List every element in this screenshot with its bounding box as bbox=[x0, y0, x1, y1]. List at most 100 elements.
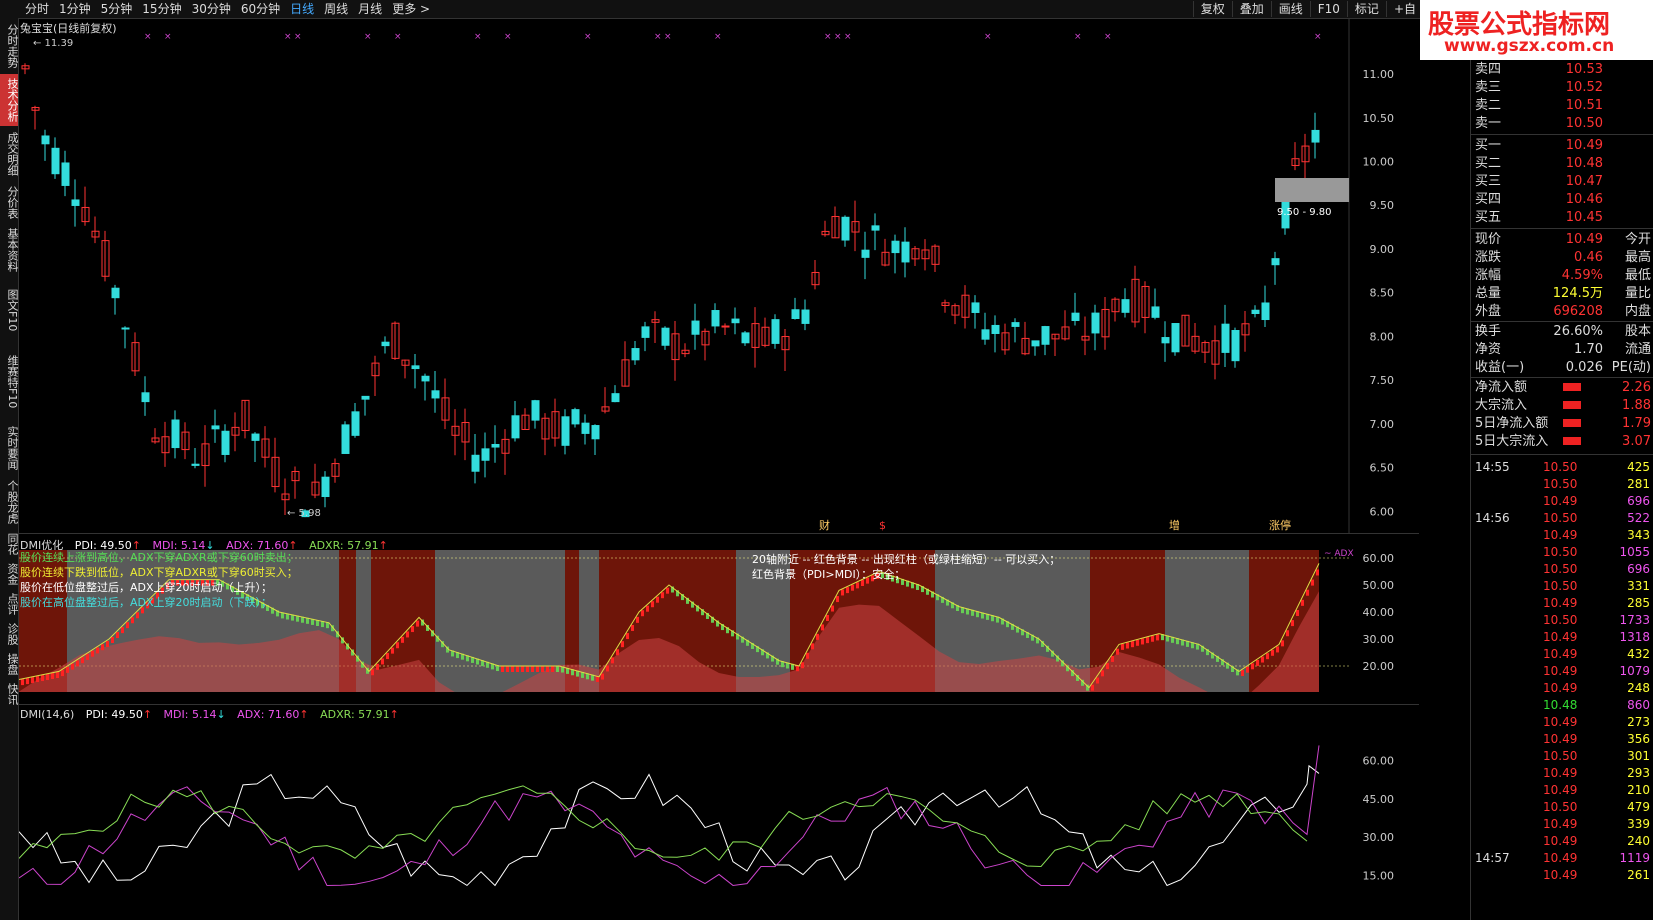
candle-body bbox=[251, 433, 260, 441]
candlestick bbox=[661, 326, 670, 350]
dmi-line-chart[interactable]: 60.00 45.00 30.00 15.00 bbox=[19, 720, 1419, 892]
candle-body bbox=[431, 390, 440, 399]
bid-row: 买三 10.47 bbox=[1475, 172, 1651, 191]
ticks-divider bbox=[1471, 454, 1653, 455]
left-tab[interactable]: 个股龙虎 bbox=[0, 476, 19, 528]
candle-body bbox=[511, 415, 520, 439]
candle-body bbox=[321, 476, 330, 498]
event-marker[interactable]: 财 bbox=[819, 518, 830, 532]
dmi-bar bbox=[1126, 642, 1129, 649]
left-tab[interactable]: 快讯 bbox=[0, 680, 19, 708]
candlestick bbox=[741, 330, 750, 346]
tick-volume: 1079 bbox=[1619, 664, 1650, 678]
stat-label: 净资 bbox=[1475, 342, 1502, 357]
tool-button[interactable]: 标记 bbox=[1346, 1, 1386, 17]
left-tab[interactable]: 诊股 bbox=[0, 620, 19, 648]
adx-tag: ~ ADX bbox=[1324, 549, 1354, 559]
tick-row: 14:55 10.50 425 bbox=[1471, 458, 1653, 476]
left-tab[interactable]: 成交明细 bbox=[0, 128, 19, 180]
left-tab[interactable]: 点评 bbox=[0, 590, 19, 618]
period-tab[interactable]: 月线 bbox=[353, 1, 387, 17]
event-marker[interactable]: $ bbox=[879, 519, 886, 532]
left-tab[interactable]: 技术分析 bbox=[0, 74, 19, 126]
period-tab[interactable]: 日线 bbox=[285, 1, 319, 17]
dmi-bar bbox=[851, 584, 854, 591]
dmi-opt-legend: 股价连续上涨到高位，ADX下穿ADXR或下穿60时卖出； 股价连续下跌到低位，A… bbox=[20, 550, 298, 610]
tool-button[interactable]: 复权 bbox=[1192, 1, 1232, 17]
period-tab[interactable]: 周线 bbox=[319, 1, 353, 17]
period-tab[interactable]: 5分钟 bbox=[96, 1, 138, 17]
candle-body bbox=[51, 147, 60, 175]
candlestick bbox=[151, 428, 160, 444]
left-tab[interactable]: 维赛特F10 bbox=[0, 344, 19, 420]
dmi-bar bbox=[856, 582, 859, 589]
tick-row: 10.49 356 bbox=[1471, 730, 1653, 748]
dmi-bar bbox=[1286, 630, 1289, 637]
dmi-bar bbox=[521, 666, 524, 672]
tick-volume: 261 bbox=[1627, 868, 1650, 882]
tool-button[interactable]: 叠加 bbox=[1231, 1, 1271, 17]
candle-body bbox=[1041, 326, 1050, 345]
ask-price: 10.51 bbox=[1565, 98, 1603, 113]
left-tab[interactable]: 基本资料 bbox=[0, 224, 19, 276]
left-tab[interactable]: 图文F10 bbox=[0, 278, 19, 342]
legend-line: 股价连续上涨到高位，ADX下穿ADXR或下穿60时卖出； bbox=[20, 551, 298, 564]
tool-button[interactable]: F10 bbox=[1309, 1, 1347, 17]
left-tab[interactable]: 分时走势 bbox=[0, 20, 19, 72]
stat-label: 收益(一) bbox=[1475, 360, 1525, 375]
period-tab[interactable]: 60分钟 bbox=[236, 1, 285, 17]
period-tab[interactable]: 分时 bbox=[20, 1, 54, 17]
low-price-label: ← 5.98 bbox=[287, 508, 321, 519]
signal-marker: × bbox=[584, 32, 592, 42]
left-tab[interactable]: 实时要闻 bbox=[0, 422, 19, 474]
stat-right-label: 股本 bbox=[1624, 324, 1651, 339]
y-tick-label: 45.00 bbox=[1363, 793, 1395, 806]
left-tab[interactable]: 资金 bbox=[0, 560, 19, 588]
candle-body bbox=[561, 416, 570, 446]
candlestick bbox=[341, 421, 350, 454]
high-price-label: ← 11.39 bbox=[33, 38, 73, 49]
left-tab[interactable]: 操盘 bbox=[0, 650, 19, 678]
candlestick bbox=[551, 398, 560, 447]
ask-label: 卖一 bbox=[1475, 116, 1502, 131]
candlestick bbox=[761, 317, 770, 348]
left-tab[interactable]: 分价表 bbox=[0, 182, 19, 222]
period-tab[interactable]: 30分钟 bbox=[187, 1, 236, 17]
candlestick-chart[interactable]: 11.00 10.50 10.00 9.50 9.00 8.50 8.00 7.50 7.00 6… bbox=[19, 18, 1419, 538]
event-marker[interactable]: 涨停 bbox=[1269, 518, 1291, 532]
dmi-bar bbox=[1261, 656, 1264, 663]
adx-line bbox=[19, 785, 1308, 867]
candle-body bbox=[1151, 306, 1160, 318]
candlestick bbox=[671, 320, 680, 381]
y-tick-label: 9.50 bbox=[1370, 199, 1395, 212]
candle-body bbox=[121, 327, 130, 330]
candlestick bbox=[21, 63, 30, 75]
left-tab[interactable]: 同花 bbox=[0, 530, 19, 558]
candlestick bbox=[1041, 325, 1050, 356]
candlestick bbox=[501, 429, 510, 475]
y-tick-label: 9.00 bbox=[1370, 243, 1395, 256]
y-tick-label: 30.00 bbox=[1363, 633, 1395, 646]
period-tab[interactable]: 15分钟 bbox=[137, 1, 186, 17]
tick-row: 10.49 1318 bbox=[1471, 628, 1653, 646]
event-marker[interactable]: 增 bbox=[1169, 518, 1180, 532]
dmi-bar bbox=[1116, 648, 1119, 655]
legend-line: 股价连续下跌到低位，ADX下穿ADXR或下穿60时买入； bbox=[20, 566, 298, 579]
flow-bar bbox=[1563, 419, 1581, 427]
tick-price: 10.50 bbox=[1543, 613, 1578, 627]
candlestick bbox=[371, 355, 380, 397]
tool-button[interactable]: 画线 bbox=[1270, 1, 1310, 17]
dmi-bar bbox=[1131, 641, 1134, 648]
period-tab[interactable]: 1分钟 bbox=[54, 1, 96, 17]
candlestick bbox=[791, 297, 800, 320]
tick-row: 10.49 240 bbox=[1471, 832, 1653, 850]
dmi-bar bbox=[541, 666, 544, 672]
candlestick bbox=[931, 244, 940, 273]
tick-volume: 1733 bbox=[1619, 613, 1650, 627]
dmi-bar bbox=[96, 647, 99, 654]
flow-bar bbox=[1563, 383, 1581, 391]
tick-volume: 356 bbox=[1627, 732, 1650, 746]
tool-button[interactable]: +自 bbox=[1385, 1, 1423, 17]
dmi-bar bbox=[126, 622, 129, 629]
period-tab[interactable]: 更多 > bbox=[387, 1, 435, 17]
